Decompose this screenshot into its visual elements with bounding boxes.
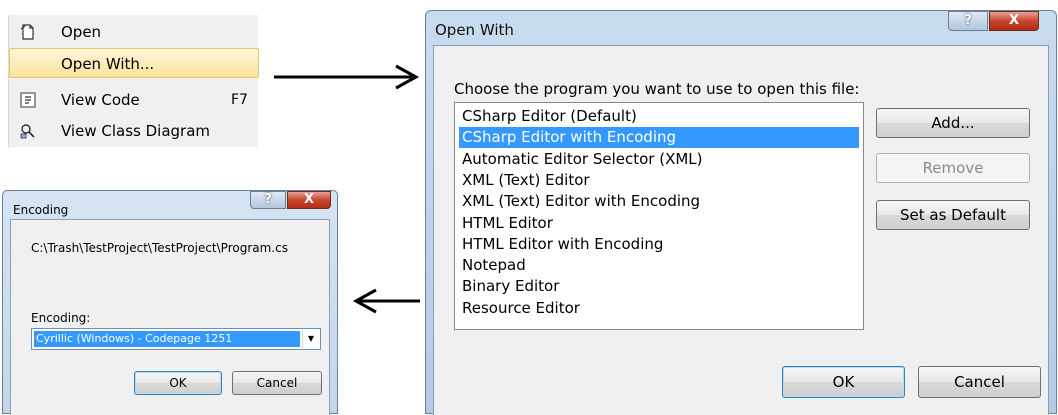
prompt-label: Choose the program you want to use to op… xyxy=(454,80,860,98)
menu-item-open[interactable]: Open xyxy=(9,17,259,47)
menu-item-label: Open xyxy=(61,23,102,41)
help-button[interactable]: ? xyxy=(250,191,286,209)
encoding-combobox[interactable]: Cyrillic (Windows) - Codepage 1251 ▼ xyxy=(31,328,321,350)
view-code-icon xyxy=(20,92,36,108)
program-list-item[interactable]: HTML Editor with Encoding xyxy=(459,234,859,255)
remove-button-label: Remove xyxy=(922,159,984,177)
chevron-down-icon[interactable]: ▼ xyxy=(302,330,319,348)
program-list-item[interactable]: XML (Text) Editor with Encoding xyxy=(459,191,859,212)
menu-item-view-class-diagram[interactable]: View Class Diagram xyxy=(9,116,259,146)
remove-button[interactable]: Remove xyxy=(876,153,1030,183)
help-icon: ? xyxy=(264,192,272,207)
program-list[interactable]: CSharp Editor (Default) CSharp Editor wit… xyxy=(454,102,864,330)
help-icon: ? xyxy=(964,13,972,28)
class-diagram-icon xyxy=(20,124,35,139)
program-list-item[interactable]: HTML Editor xyxy=(459,213,859,234)
program-list-item[interactable]: CSharp Editor (Default) xyxy=(459,106,859,127)
document-open-icon xyxy=(20,24,34,40)
close-button[interactable]: X xyxy=(287,191,331,209)
program-list-item[interactable]: CSharp Editor with Encoding xyxy=(459,127,859,149)
dialog-body: C:\Trash\TestProject\TestProject\Program… xyxy=(10,219,330,415)
menu-item-label: View Class Diagram xyxy=(61,122,210,140)
menu-item-label: Open With... xyxy=(61,55,155,73)
help-button[interactable]: ? xyxy=(948,11,988,31)
dialog-title: Open With xyxy=(435,21,514,39)
open-with-dialog: Open With ? X Choose the program you wan… xyxy=(425,10,1057,415)
menu-item-shortcut: F7 xyxy=(231,92,248,108)
ok-button-label: OK xyxy=(832,373,855,391)
cancel-button[interactable]: Cancel xyxy=(232,371,322,395)
dialog-title: Encoding xyxy=(13,203,69,217)
close-icon: X xyxy=(303,192,315,207)
ok-button[interactable]: OK xyxy=(782,366,905,398)
close-button[interactable]: X xyxy=(989,11,1039,31)
ok-button[interactable]: OK xyxy=(134,371,222,395)
menu-item-label: View Code xyxy=(61,91,140,109)
encoding-selected-value: Cyrillic (Windows) - Codepage 1251 xyxy=(34,331,300,347)
cancel-button-label: Cancel xyxy=(954,373,1005,391)
cancel-button[interactable]: Cancel xyxy=(918,366,1041,398)
program-list-item[interactable]: Notepad xyxy=(459,255,859,276)
left-arrow-icon xyxy=(352,288,420,314)
right-arrow-icon xyxy=(274,64,420,90)
add-button[interactable]: Add... xyxy=(876,108,1030,138)
program-list-item[interactable]: XML (Text) Editor xyxy=(459,170,859,191)
cancel-button-label: Cancel xyxy=(256,376,298,390)
ok-button-label: OK xyxy=(169,376,187,390)
menu-item-open-with[interactable]: Open With... xyxy=(9,48,259,78)
close-icon: X xyxy=(1008,13,1020,28)
add-button-label: Add... xyxy=(931,114,975,132)
encoding-dialog: Encoding ? X C:\Trash\TestProject\TestPr… xyxy=(2,190,338,415)
context-menu: Open Open With... View Code F7 View Clas… xyxy=(8,15,259,147)
program-list-item[interactable]: Automatic Editor Selector (XML) xyxy=(459,149,859,170)
program-list-item[interactable]: Resource Editor xyxy=(459,298,859,319)
set-as-default-label: Set as Default xyxy=(900,206,1006,224)
set-as-default-button[interactable]: Set as Default xyxy=(876,200,1030,230)
menu-item-view-code[interactable]: View Code F7 xyxy=(9,85,259,115)
program-list-item[interactable]: Binary Editor xyxy=(459,276,859,297)
file-path: C:\Trash\TestProject\TestProject\Program… xyxy=(31,241,288,255)
encoding-label: Encoding: xyxy=(31,311,91,325)
dialog-body: Choose the program you want to use to op… xyxy=(433,45,1049,415)
